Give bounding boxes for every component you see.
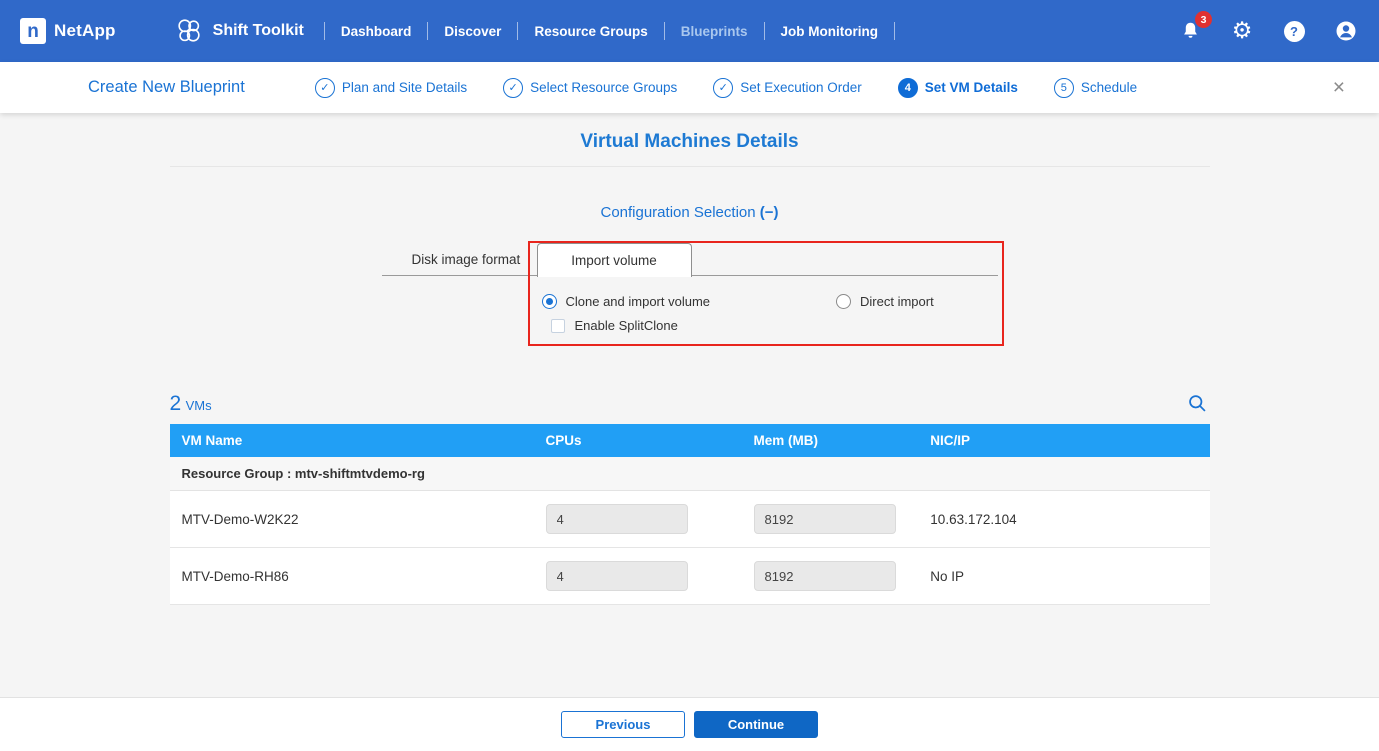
top-icons: 3 ⚙ ?	[1177, 18, 1359, 44]
page-title: Virtual Machines Details	[170, 131, 1210, 153]
help-icon: ?	[1284, 21, 1305, 42]
step-plan-and-site-details[interactable]: ✓ Plan and Site Details	[315, 78, 467, 98]
nav-divider	[764, 22, 765, 40]
account-button[interactable]	[1333, 18, 1359, 44]
radio-clone-and-import-volume[interactable]: Clone and import volume	[542, 294, 711, 309]
gear-icon: ⚙	[1232, 20, 1253, 43]
step-label: Plan and Site Details	[342, 80, 467, 95]
step-label: Set Execution Order	[740, 80, 862, 95]
import-volume-options: Clone and import volume Direct import En…	[382, 276, 998, 355]
vm-table-header-row: VM Name CPUs Mem (MB) NIC/IP	[170, 424, 1210, 457]
main-nav: Dashboard Discover Resource Groups Bluep…	[310, 20, 909, 43]
step-label: Schedule	[1081, 80, 1137, 95]
step-schedule[interactable]: 5 Schedule	[1054, 78, 1137, 98]
config-section-title: Configuration Selection (−)	[170, 204, 1210, 221]
nic-ip-cell: 10.63.172.104	[918, 491, 1209, 548]
app-title: Shift Toolkit	[213, 22, 304, 40]
top-bar: n NetApp Shift Toolkit Dashboard Discove…	[0, 0, 1379, 62]
step-label: Select Resource Groups	[530, 80, 677, 95]
radio-unselected-icon	[836, 294, 851, 309]
resource-group-row: Resource Group : mtv-shiftmtvdemo-rg	[170, 457, 1210, 491]
mem-input[interactable]	[754, 504, 896, 534]
step-label: Set VM Details	[925, 80, 1018, 95]
step-check-icon: ✓	[315, 78, 335, 98]
step-check-icon: ✓	[503, 78, 523, 98]
tab-disk-image-format[interactable]: Disk image format	[394, 244, 539, 275]
step-select-resource-groups[interactable]: ✓ Select Resource Groups	[503, 78, 677, 98]
vm-name-cell: MTV-Demo-RH86	[170, 548, 534, 605]
column-nic-ip: NIC/IP	[918, 424, 1209, 457]
notification-badge: 3	[1195, 11, 1212, 28]
help-button[interactable]: ?	[1281, 18, 1307, 44]
cpus-input[interactable]	[546, 561, 688, 591]
settings-button[interactable]: ⚙	[1229, 18, 1255, 44]
resource-group-label: Resource Group : mtv-shiftmtvdemo-rg	[170, 457, 1210, 491]
vm-list-header: 2 VMs	[170, 391, 1210, 416]
main-content: Virtual Machines Details Configuration S…	[0, 113, 1379, 698]
vm-count-unit: VMs	[186, 398, 212, 413]
netapp-logo[interactable]: n NetApp	[20, 18, 116, 44]
tab-import-volume[interactable]: Import volume	[537, 243, 692, 277]
table-row: MTV-Demo-RH86 No IP	[170, 548, 1210, 605]
wizard-header: Create New Blueprint ✓ Plan and Site Det…	[0, 62, 1379, 113]
continue-button[interactable]: Continue	[694, 711, 818, 738]
checkbox-label: Enable SplitClone	[575, 318, 678, 333]
nav-divider	[664, 22, 665, 40]
vm-name-cell: MTV-Demo-W2K22	[170, 491, 534, 548]
wizard-steps: ✓ Plan and Site Details ✓ Select Resourc…	[315, 78, 1137, 98]
cpus-input[interactable]	[546, 504, 688, 534]
vm-count-number: 2	[170, 392, 182, 415]
footer-actions: Previous Continue	[0, 698, 1379, 751]
netapp-logo-icon: n	[20, 18, 46, 44]
configuration-tabs-block: Disk image format Import volume Clone an…	[382, 243, 998, 355]
vm-count: 2 VMs	[170, 392, 212, 416]
table-row: MTV-Demo-W2K22 10.63.172.104	[170, 491, 1210, 548]
close-icon[interactable]: ×	[1327, 75, 1351, 100]
checkbox-enable-splitclone[interactable]: Enable SplitClone	[551, 318, 998, 333]
notifications-button[interactable]: 3	[1177, 18, 1203, 44]
nav-divider	[517, 22, 518, 40]
nav-item-blueprints[interactable]: Blueprints	[679, 20, 750, 43]
nic-ip-cell: No IP	[918, 548, 1209, 605]
nav-item-dashboard[interactable]: Dashboard	[339, 20, 414, 43]
radio-label: Clone and import volume	[566, 294, 711, 309]
mem-input[interactable]	[754, 561, 896, 591]
account-icon	[1334, 19, 1358, 43]
nav-item-job-monitoring[interactable]: Job Monitoring	[779, 20, 880, 43]
search-button[interactable]	[1185, 391, 1210, 416]
vm-table: VM Name CPUs Mem (MB) NIC/IP Resource Gr…	[170, 424, 1210, 605]
column-mem: Mem (MB)	[742, 424, 919, 457]
config-title-text: Configuration Selection	[600, 204, 755, 221]
nav-divider	[324, 22, 325, 40]
step-set-execution-order[interactable]: ✓ Set Execution Order	[713, 78, 862, 98]
nav-item-discover[interactable]: Discover	[442, 20, 503, 43]
nav-divider	[427, 22, 428, 40]
radio-direct-import[interactable]: Direct import	[836, 294, 934, 309]
column-cpus: CPUs	[534, 424, 742, 457]
step-set-vm-details[interactable]: 4 Set VM Details	[898, 78, 1018, 98]
search-icon	[1187, 393, 1208, 414]
step-number-icon: 5	[1054, 78, 1074, 98]
wizard-title: Create New Blueprint	[88, 78, 245, 97]
radio-selected-icon	[542, 294, 557, 309]
netapp-brand-name: NetApp	[54, 21, 116, 41]
nav-divider	[894, 22, 895, 40]
collapse-toggle[interactable]: (−)	[760, 204, 779, 221]
app-identity[interactable]: Shift Toolkit	[174, 16, 304, 46]
radio-label: Direct import	[860, 294, 934, 309]
title-divider	[170, 166, 1210, 167]
previous-button[interactable]: Previous	[561, 711, 685, 738]
checkbox-icon	[551, 319, 565, 333]
step-check-icon: ✓	[713, 78, 733, 98]
nav-item-resource-groups[interactable]: Resource Groups	[532, 20, 649, 43]
shift-toolkit-logo-icon	[174, 16, 204, 46]
step-number-icon: 4	[898, 78, 918, 98]
column-vm-name: VM Name	[170, 424, 534, 457]
